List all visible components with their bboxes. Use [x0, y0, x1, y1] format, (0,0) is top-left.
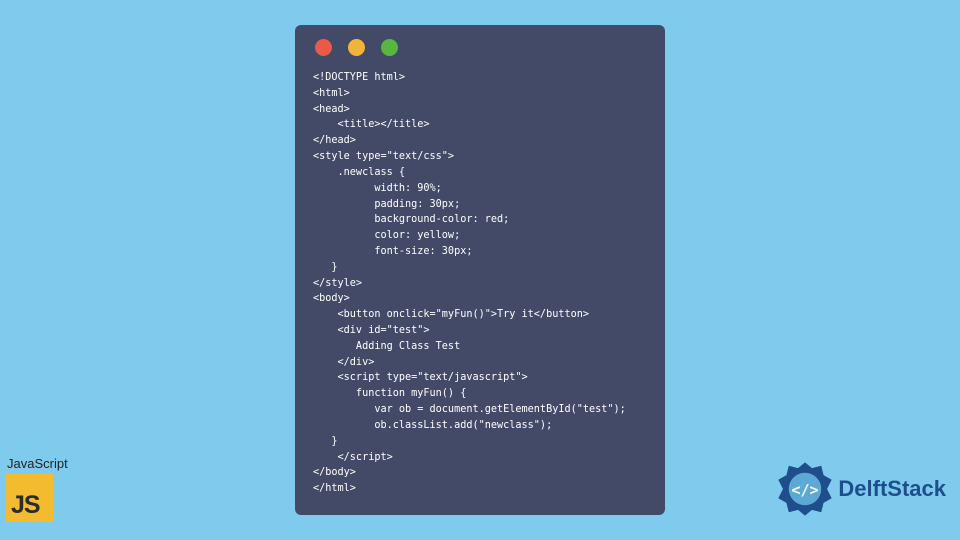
delftstack-logo-icon: </>: [776, 460, 834, 518]
close-dot-icon: [315, 39, 332, 56]
maximize-dot-icon: [381, 39, 398, 56]
minimize-dot-icon: [348, 39, 365, 56]
code-editor-window: <!DOCTYPE html> <html> <head> <title></t…: [295, 25, 665, 515]
javascript-logo-icon: JS: [6, 474, 54, 522]
window-controls: [313, 39, 647, 56]
svg-text:</>: </>: [792, 481, 819, 499]
delftstack-text: DelftStack: [838, 476, 946, 502]
code-block: <!DOCTYPE html> <html> <head> <title></t…: [313, 70, 647, 497]
javascript-label: JavaScript: [6, 456, 68, 471]
javascript-logo-text: JS: [11, 491, 40, 520]
javascript-badge: JavaScript JS: [6, 456, 68, 522]
delftstack-badge: </> DelftStack: [776, 460, 946, 518]
